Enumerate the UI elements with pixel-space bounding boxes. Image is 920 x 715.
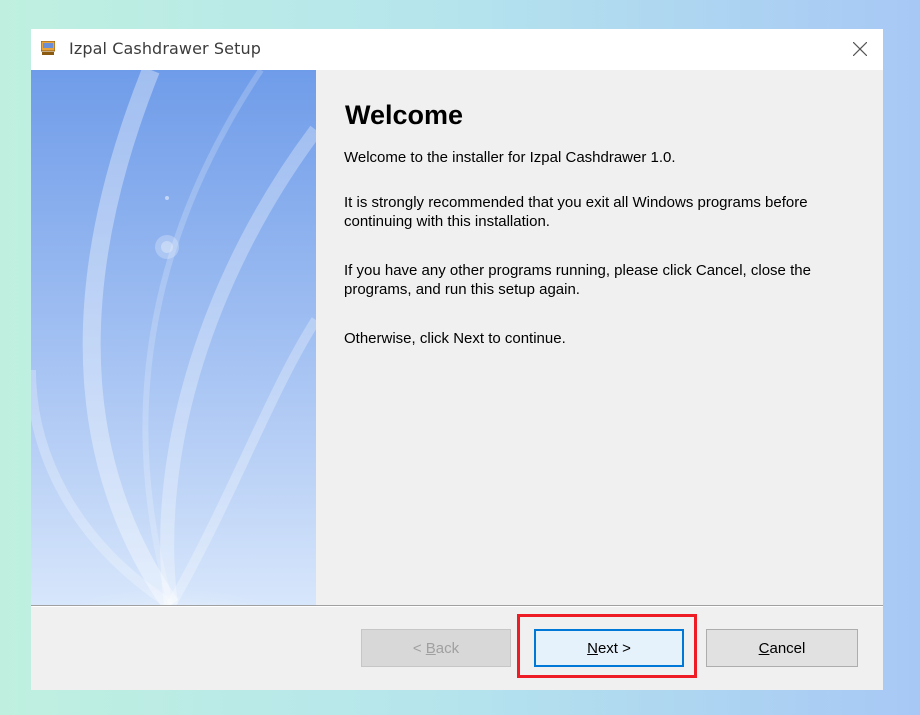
next-button-highlight-annotation <box>517 614 697 678</box>
cancel-button[interactable]: Cancel <box>706 629 858 667</box>
back-button-prefix: < <box>412 639 426 657</box>
window-title: Izpal Cashdrawer Setup <box>69 39 261 58</box>
welcome-paragraph: Welcome to the installer for Izpal Cashd… <box>344 149 676 166</box>
cancel-button-label: ancel <box>769 639 806 657</box>
welcome-content-panel: Welcome Welcome to the installer for Izp… <box>316 70 883 605</box>
exit-programs-paragraph: It is strongly recommended that you exit… <box>344 194 808 230</box>
back-button-label: ack <box>435 639 460 657</box>
running-programs-paragraph: If you have any other programs running, … <box>344 262 811 298</box>
installer-app-icon <box>41 41 55 55</box>
close-icon <box>853 42 867 56</box>
back-button-mnemonic: B <box>425 639 436 657</box>
continue-instruction-paragraph: Otherwise, click Next to continue. <box>344 330 566 347</box>
footer-divider-highlight <box>31 606 883 607</box>
setup-window: Izpal Cashdrawer Setup Welcome Welcome t… <box>31 29 883 690</box>
close-button[interactable] <box>837 29 883 70</box>
back-button[interactable]: < Back <box>361 629 511 667</box>
cancel-button-mnemonic: C <box>758 639 770 657</box>
title-bar[interactable]: Izpal Cashdrawer Setup <box>31 29 883 70</box>
welcome-banner-image <box>31 70 316 605</box>
page-title: Welcome <box>345 100 464 130</box>
